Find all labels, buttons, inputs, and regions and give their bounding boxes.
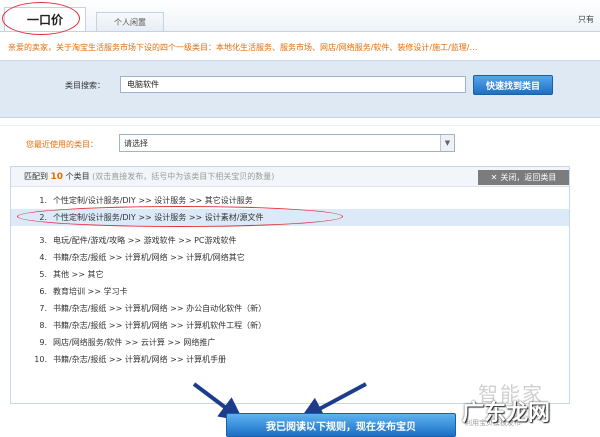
divider bbox=[0, 125, 600, 126]
highlight-circle-tab bbox=[2, 2, 80, 35]
list-item[interactable]: 10. 书籍/杂志/报纸 >> 计算机/网络 >> 计算机手册 bbox=[11, 351, 569, 368]
recent-category-value: 请选择 bbox=[124, 139, 148, 148]
list-item[interactable]: 8. 书籍/杂志/报纸 >> 计算机/网络 >> 计算机软件工程（新） bbox=[11, 317, 569, 334]
notice-text: 亲爱的卖家，关于淘宝生活服务市场下设的四个一级类目：本地化生活服务、服务市场、网… bbox=[8, 43, 478, 52]
recent-category-label: 您最近使用的类目： bbox=[26, 140, 98, 149]
recent-category-select[interactable] bbox=[119, 134, 455, 152]
search-label: 类目搜索： bbox=[65, 81, 105, 90]
list-item[interactable]: 5. 其他 >> 其它 bbox=[11, 266, 569, 283]
list-item[interactable]: 6. 教育培训 >> 学习卡 bbox=[11, 283, 569, 300]
list-item[interactable]: 9. 网店/网络服务/软件 >> 云计算 >> 网络推广 bbox=[11, 334, 569, 351]
tab-personal-idle[interactable]: 个人闲置 bbox=[96, 12, 164, 31]
category-search-input[interactable] bbox=[120, 76, 466, 93]
list-item[interactable]: 1. 个性定制/设计服务/DIY >> 设计服务 >> 其它设计服务 bbox=[11, 192, 569, 209]
close-x-icon: ✕ bbox=[490, 173, 498, 182]
tab-bar bbox=[0, 0, 600, 32]
chevron-down-icon[interactable]: ▼ bbox=[440, 135, 454, 151]
close-return-button[interactable]: ✕ 关闭，返回类目 bbox=[478, 170, 569, 185]
match-hint: (双击直接发布，括号中为该类目下相关宝贝的数量) bbox=[92, 172, 275, 181]
list-item[interactable]: 7. 书籍/杂志/报纸 >> 计算机/网络 >> 办公自动化软件（新） bbox=[11, 300, 569, 317]
match-summary: 匹配到 10 个类目 (双击直接发布，括号中为该类目下相关宝贝的数量) bbox=[24, 172, 275, 182]
find-category-button[interactable]: 快速找到类目 bbox=[473, 75, 553, 95]
highlight-circle-row bbox=[17, 206, 343, 227]
list-item[interactable]: 4. 书籍/杂志/报纸 >> 计算机/网络 >> 计算机/网络其它 bbox=[11, 249, 569, 266]
list-item[interactable]: 3. 电玩/配件/游戏/攻略 >> 游戏软件 >> PC游戏软件 bbox=[11, 232, 569, 249]
tabbar-right-text: 只有 bbox=[578, 15, 594, 24]
match-count: 10 bbox=[50, 172, 64, 182]
publish-item-button[interactable]: 我已阅读以下规则，现在发布宝贝 bbox=[226, 413, 456, 437]
watermark-logo: 广东龙网 bbox=[462, 400, 551, 426]
